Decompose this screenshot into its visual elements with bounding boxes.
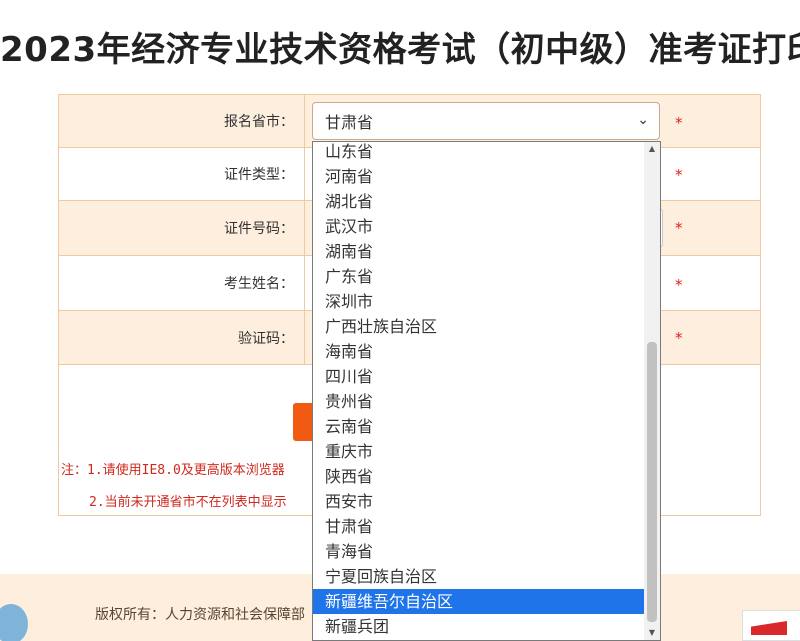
province-select-value: 甘肃省: [325, 113, 374, 132]
required-mark: *: [675, 166, 683, 184]
required-mark: *: [675, 219, 683, 237]
dropdown-option[interactable]: 山东省: [313, 142, 644, 164]
dropdown-option[interactable]: 宁夏回族自治区: [313, 564, 644, 589]
dropdown-option[interactable]: 河南省: [313, 164, 644, 189]
dropdown-option[interactable]: 西安市: [313, 489, 644, 514]
ministry-logo-icon: [0, 604, 28, 641]
dropdown-option[interactable]: 武汉市: [313, 214, 644, 239]
dropdown-scrollbar[interactable]: ▲ ▼: [644, 142, 660, 640]
dropdown-option[interactable]: 陕西省: [313, 464, 644, 489]
captcha-label: 验证码：: [59, 311, 305, 364]
note-line-2: 2.当前未开通省市不在列表中显示: [89, 495, 287, 510]
dropdown-option[interactable]: 湖北省: [313, 189, 644, 214]
copyright-text: 版权所有：人力资源和社会保障部: [95, 607, 305, 623]
dropdown-option[interactable]: 新疆兵团: [313, 614, 644, 639]
page-title: 2023年经济专业技术资格考试（初中级）准考证打印: [0, 30, 800, 70]
scrollbar-thumb[interactable]: [647, 342, 657, 622]
id-number-label: 证件号码：: [59, 201, 305, 255]
dropdown-option[interactable]: 云南省: [313, 414, 644, 439]
gov-badge[interactable]: [742, 610, 800, 641]
dropdown-option[interactable]: 青海省: [313, 539, 644, 564]
required-mark: *: [675, 114, 683, 132]
province-dropdown-list[interactable]: 山东省 河南省 湖北省 武汉市 湖南省 广东省 深圳市 广西壮族自治区 海南省 四川省 贵州省 云南省…: [312, 141, 661, 641]
gov-badge-icon: [751, 621, 787, 635]
province-select[interactable]: 甘肃省 ⌄: [312, 102, 660, 140]
triangle-up-icon[interactable]: ▲: [644, 142, 660, 156]
dropdown-option[interactable]: 贵州省: [313, 389, 644, 414]
dropdown-option[interactable]: 湖南省: [313, 239, 644, 264]
dropdown-option[interactable]: 广西壮族自治区: [313, 314, 644, 339]
required-mark: *: [675, 329, 683, 347]
dropdown-option[interactable]: 甘肃省: [313, 514, 644, 539]
dropdown-option[interactable]: 海南省: [313, 339, 644, 364]
required-mark: *: [675, 276, 683, 294]
id-type-label: 证件类型：: [59, 148, 305, 200]
dropdown-option[interactable]: 深圳市: [313, 289, 644, 314]
option-list: 山东省 河南省 湖北省 武汉市 湖南省 广东省 深圳市 广西壮族自治区 海南省 四川省 贵州省 云南省…: [313, 142, 644, 639]
province-label: 报名省市：: [59, 95, 305, 147]
query-button[interactable]: [293, 403, 313, 441]
triangle-down-icon[interactable]: ▼: [644, 626, 660, 640]
note-line-1: 注：1.请使用IE8.0及更高版本浏览器: [61, 463, 285, 478]
dropdown-option[interactable]: 新疆维吾尔自治区: [313, 589, 644, 614]
chevron-down-icon: ⌄: [637, 112, 649, 128]
dropdown-option[interactable]: 重庆市: [313, 439, 644, 464]
dropdown-option[interactable]: 广东省: [313, 264, 644, 289]
dropdown-option[interactable]: 四川省: [313, 364, 644, 389]
name-label: 考生姓名：: [59, 256, 305, 310]
